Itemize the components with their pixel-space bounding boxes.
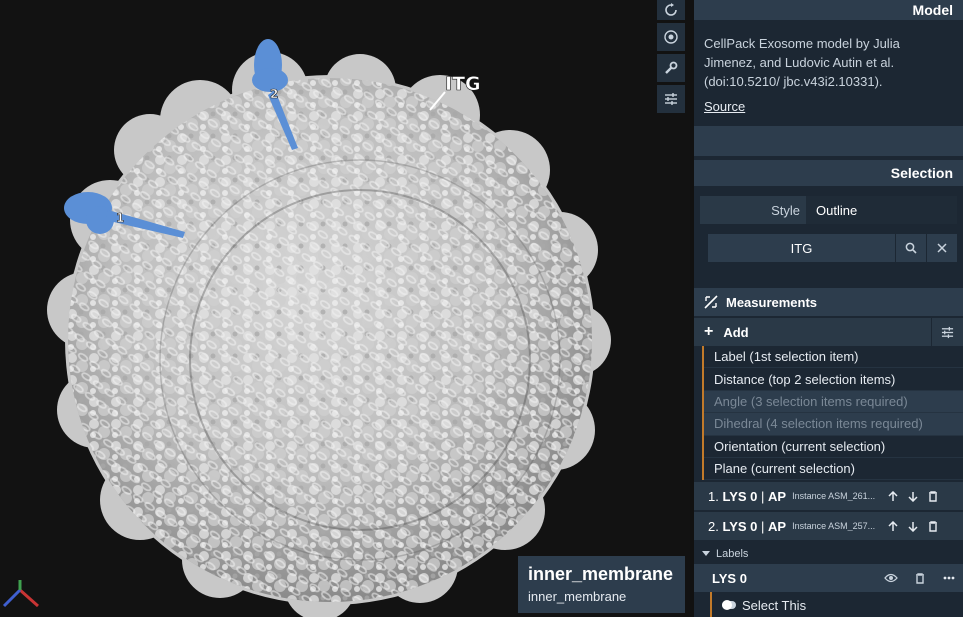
label-entry-name: LYS 0 xyxy=(712,570,747,586)
reset-camera-icon[interactable] xyxy=(657,0,685,20)
ruler-icon xyxy=(704,295,718,309)
style-label: Style xyxy=(771,202,800,218)
selection-search-input[interactable] xyxy=(708,234,895,262)
measurements-header[interactable]: Measurements xyxy=(694,288,963,316)
option-distance[interactable]: Distance (top 2 selection items) xyxy=(704,368,963,391)
measurements-title: Measurements xyxy=(726,294,818,310)
exosome-render[interactable]: 2 1 ITG xyxy=(0,0,690,617)
exosome-sphere[interactable] xyxy=(47,52,611,617)
item-separator: | xyxy=(761,518,765,534)
select-this-row[interactable]: Select This xyxy=(710,592,963,617)
selection-search-row xyxy=(708,234,957,262)
item-index: 2. xyxy=(708,518,719,534)
option-angle: Angle (3 selection items required) xyxy=(704,390,963,414)
select-this-label: Select This xyxy=(742,597,807,613)
item-residue: LYS 0 xyxy=(722,518,758,534)
measurement-item[interactable]: 1. LYS 0 | AP Instance ASM_261... xyxy=(694,482,963,511)
selection-header[interactable]: Selection xyxy=(694,160,963,186)
measure-label-1: 1 xyxy=(116,211,124,225)
measurement-item[interactable]: 2. LYS 0 | AP Instance ASM_257... xyxy=(694,512,963,541)
axes-gizmo xyxy=(2,580,39,608)
item-separator: | xyxy=(761,488,765,504)
add-measurement-row[interactable]: + Add xyxy=(694,318,963,346)
sliders-icon[interactable] xyxy=(657,85,685,113)
3d-viewport[interactable]: 2 1 ITG inner_membrane inner_membrane xyxy=(0,0,690,617)
item-chain: AP xyxy=(768,488,787,504)
close-icon[interactable] xyxy=(927,234,957,262)
label-entry-row[interactable]: LYS 0 xyxy=(694,564,963,593)
arrow-up-icon[interactable] xyxy=(883,482,902,510)
options-sliders-icon[interactable] xyxy=(931,318,963,346)
arrow-down-icon[interactable] xyxy=(903,482,922,510)
option-label[interactable]: Label (1st selection item) xyxy=(704,346,963,369)
hover-subtitle: inner_membrane xyxy=(528,589,627,604)
trash-icon[interactable] xyxy=(905,564,934,592)
snapshot-icon[interactable] xyxy=(657,23,685,51)
option-plane[interactable]: Plane (current selection) xyxy=(704,457,963,481)
add-label: Add xyxy=(723,324,749,340)
side-panel: Model CellPack Exosome model by Julia Ji… xyxy=(694,0,963,617)
labels-title: Labels xyxy=(716,548,749,561)
hover-title: inner_membrane xyxy=(528,564,674,584)
search-icon[interactable] xyxy=(896,234,926,262)
item-instance: Instance ASM_261... xyxy=(792,491,876,502)
arrow-up-icon[interactable] xyxy=(883,512,902,540)
wrench-icon[interactable] xyxy=(657,54,685,82)
item-instance: Instance ASM_257... xyxy=(792,521,876,532)
trash-icon[interactable] xyxy=(923,512,942,540)
item-index: 1. xyxy=(708,488,719,504)
toggle-icon[interactable] xyxy=(722,600,736,611)
model-header[interactable]: Model xyxy=(694,0,963,20)
selection-style-row: Style Outline xyxy=(700,196,957,224)
model-description-text: CellPack Exosome model by Julia Jimenez,… xyxy=(704,36,900,89)
measure-label-2: 2 xyxy=(270,87,278,101)
style-select[interactable]: Outline xyxy=(806,196,957,224)
model-footer-bar xyxy=(694,126,963,156)
measurement-options: Label (1st selection item) Distance (top… xyxy=(702,346,963,481)
item-residue: LYS 0 xyxy=(722,488,758,504)
more-options-icon[interactable] xyxy=(934,564,963,592)
option-orientation[interactable]: Orientation (current selection) xyxy=(704,435,963,458)
viewport-toolbar xyxy=(657,0,685,116)
option-dihedral: Dihedral (4 selection items required) xyxy=(704,413,963,436)
item-chain: AP xyxy=(768,518,787,534)
chevron-down-icon xyxy=(702,551,710,557)
labels-header[interactable]: Labels xyxy=(694,544,963,564)
trash-icon[interactable] xyxy=(923,482,942,510)
model-description: CellPack Exosome model by Julia Jimenez,… xyxy=(694,20,963,126)
source-link[interactable]: Source xyxy=(704,97,745,116)
itg-label-text: ITG xyxy=(445,73,481,95)
hover-info-box: inner_membrane inner_membrane xyxy=(518,556,685,613)
eye-icon[interactable] xyxy=(876,564,905,592)
arrow-down-icon[interactable] xyxy=(903,512,922,540)
plus-icon: + xyxy=(704,323,714,340)
